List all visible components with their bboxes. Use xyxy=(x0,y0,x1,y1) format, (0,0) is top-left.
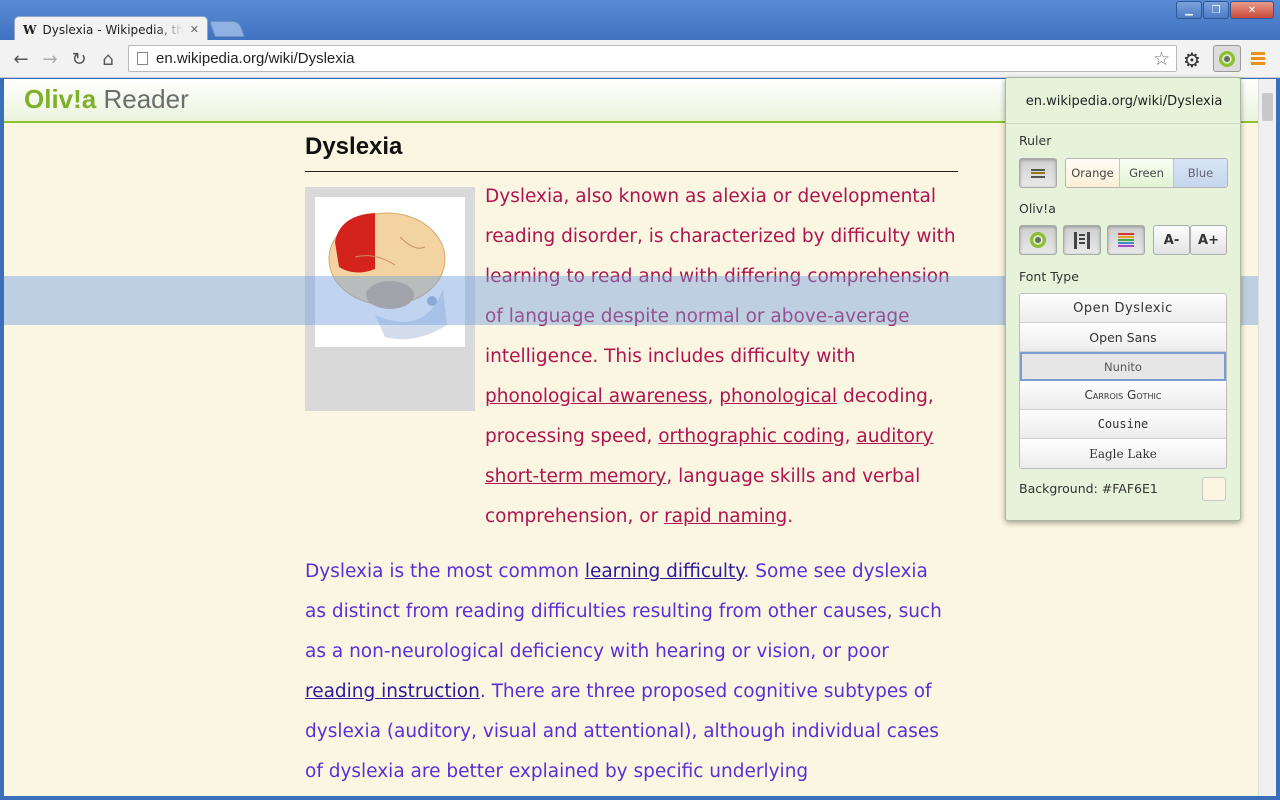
text-line: short-term memory, language skills and v… xyxy=(485,457,960,497)
text-segment: . Some see dyslexia xyxy=(743,561,928,582)
text-segment: , xyxy=(844,426,857,447)
article-link[interactable]: reading instruction xyxy=(305,681,480,702)
paragraph-2: Dyslexia is the most common learning dif… xyxy=(305,552,958,792)
text-segment: as distinct from reading difficulties re… xyxy=(305,601,942,622)
color-lines-icon xyxy=(1118,232,1134,248)
text-segment: Dyslexia, also known as alexia or develo… xyxy=(485,186,937,207)
column-layout-button[interactable] xyxy=(1063,225,1101,255)
text-line: reading disorder, is characterized by di… xyxy=(485,217,960,257)
column-layout-icon xyxy=(1074,231,1090,249)
text-segment: . xyxy=(787,506,794,527)
home-icon[interactable]: ⌂ xyxy=(97,48,119,70)
ruler-color-blue[interactable]: Blue xyxy=(1174,159,1227,187)
ruler-color-orange[interactable]: Orange xyxy=(1066,159,1120,187)
popup-url: en.wikipedia.org/wiki/Dyslexia xyxy=(1025,94,1223,109)
article-link[interactable]: phonological awareness xyxy=(485,386,707,407)
text-segment: of dyslexia are better explained by spec… xyxy=(305,761,809,782)
article-link[interactable]: orthographic coding xyxy=(658,426,844,447)
window-frame-bottom xyxy=(0,796,1280,800)
font-option-nunito[interactable]: Nunito xyxy=(1020,352,1226,381)
font-decrease-button[interactable]: A- xyxy=(1153,225,1190,255)
browser-toolbar: ← → ↻ ⌂ ☆ ⚙ xyxy=(0,40,1280,78)
text-segment: . There are three proposed cognitive sub… xyxy=(479,681,932,702)
text-segment: , language skills and verbal xyxy=(666,466,921,487)
article: Dyslexia Dyslexia, also known as alexia … xyxy=(305,129,958,782)
text-line: phonological awareness, phonological dec… xyxy=(485,377,960,417)
text-segment: intelligence. This includes difficulty w… xyxy=(485,346,856,367)
olivia-extension-button[interactable] xyxy=(1213,45,1241,72)
text-line: of dyslexia are better explained by spec… xyxy=(305,752,958,792)
minimize-button[interactable]: ▁ xyxy=(1176,1,1202,19)
background-color-swatch[interactable] xyxy=(1202,477,1226,501)
ruler-lines-icon xyxy=(1031,167,1045,179)
text-segment: processing speed, xyxy=(485,426,659,447)
tab-title: Dyslexia - Wikipedia, the free encyclope… xyxy=(42,22,184,37)
back-arrow-icon[interactable]: ← xyxy=(10,48,32,70)
browser-tab[interactable]: W Dyslexia - Wikipedia, the free encyclo… xyxy=(14,16,208,42)
reload-icon[interactable]: ↻ xyxy=(68,48,90,70)
forward-arrow-icon[interactable]: → xyxy=(39,48,61,70)
text-segment: , xyxy=(707,386,720,407)
ruler-color-selector: Orange Green Blue xyxy=(1065,158,1228,188)
new-tab-button[interactable] xyxy=(209,21,245,37)
ruler-color-green[interactable]: Green xyxy=(1120,159,1174,187)
tab-close-icon[interactable]: ✕ xyxy=(190,23,199,36)
article-link[interactable]: short-term memory xyxy=(485,466,666,487)
text-segment: as a non-neurological deficiency with he… xyxy=(305,641,889,662)
ruler-label: Ruler xyxy=(1019,133,1052,148)
text-line: as distinct from reading difficulties re… xyxy=(305,592,958,632)
popup-divider xyxy=(1006,123,1242,124)
font-option-open-sans[interactable]: Open Sans xyxy=(1020,323,1226,352)
close-window-button[interactable]: ✕ xyxy=(1230,1,1274,19)
paragraph-1: Dyslexia, also known as alexia or develo… xyxy=(485,177,960,537)
olivia-popup: en.wikipedia.org/wiki/Dyslexia Ruler Ora… xyxy=(1005,77,1242,521)
text-line: intelligence. This includes difficulty w… xyxy=(485,337,960,377)
text-segment: Dyslexia is the most common xyxy=(305,561,585,582)
font-type-label: Font Type xyxy=(1019,269,1079,284)
wikipedia-icon: W xyxy=(23,22,37,37)
font-increase-button[interactable]: A+ xyxy=(1190,225,1227,255)
color-lines-button[interactable] xyxy=(1107,225,1145,255)
text-line: Dyslexia is the most common learning dif… xyxy=(305,552,958,592)
scrollbar-thumb[interactable] xyxy=(1262,93,1273,121)
text-segment: dyslexia (auditory, visual and attention… xyxy=(305,721,939,742)
page-scrollbar[interactable] xyxy=(1258,79,1276,796)
text-line: reading instruction. There are three pro… xyxy=(305,672,958,712)
address-bar[interactable]: ☆ xyxy=(128,45,1177,72)
ruler-toggle-button[interactable] xyxy=(1019,158,1057,188)
page-icon xyxy=(137,52,148,65)
text-segment: decoding, xyxy=(837,386,934,407)
font-option-eagle-lake[interactable]: Eagle Lake xyxy=(1020,439,1226,468)
olivia-label: Oliv!a xyxy=(1019,201,1056,216)
article-link[interactable]: rapid naming xyxy=(664,506,787,527)
font-type-list: Open Dyslexic Open Sans Nunito Carrois G… xyxy=(1019,293,1227,469)
article-title: Dyslexia xyxy=(305,129,958,172)
url-input[interactable] xyxy=(156,50,1153,67)
window-controls: ▁ ❐ ✕ xyxy=(1176,1,1274,19)
text-line: as a non-neurological deficiency with he… xyxy=(305,632,958,672)
article-link[interactable]: learning difficulty xyxy=(585,561,744,582)
text-line: Dyslexia, also known as alexia or develo… xyxy=(485,177,960,217)
chrome-menu-icon[interactable] xyxy=(1251,52,1265,67)
text-line: comprehension, or rapid naming. xyxy=(485,497,960,537)
settings-gear-icon[interactable]: ⚙ xyxy=(1183,48,1201,72)
olivia-toggle-button[interactable] xyxy=(1019,225,1057,255)
bookmark-star-icon[interactable]: ☆ xyxy=(1153,48,1170,70)
olivia-eye-icon xyxy=(1219,50,1235,67)
olivia-reader-logo: Oliv!a Reader xyxy=(24,84,189,114)
text-segment: reading disorder, is characterized by di… xyxy=(485,226,956,247)
maximize-button[interactable]: ❐ xyxy=(1203,1,1229,19)
text-line: processing speed, orthographic coding, a… xyxy=(485,417,960,457)
font-option-open-dyslexic[interactable]: Open Dyslexic xyxy=(1020,294,1226,323)
font-option-cousine[interactable]: Cousine xyxy=(1020,410,1226,439)
olivia-eye-icon xyxy=(1030,232,1046,248)
background-label: Background: #FAF6E1 xyxy=(1019,481,1158,496)
article-link[interactable]: phonological xyxy=(719,386,837,407)
window-titlebar: W Dyslexia - Wikipedia, the free encyclo… xyxy=(0,0,1280,42)
text-segment: comprehension, or xyxy=(485,506,665,527)
font-option-carrois-gothic[interactable]: Carrois Gothic xyxy=(1020,381,1226,410)
text-line: dyslexia (auditory, visual and attention… xyxy=(305,712,958,752)
article-link[interactable]: auditory xyxy=(856,426,933,447)
